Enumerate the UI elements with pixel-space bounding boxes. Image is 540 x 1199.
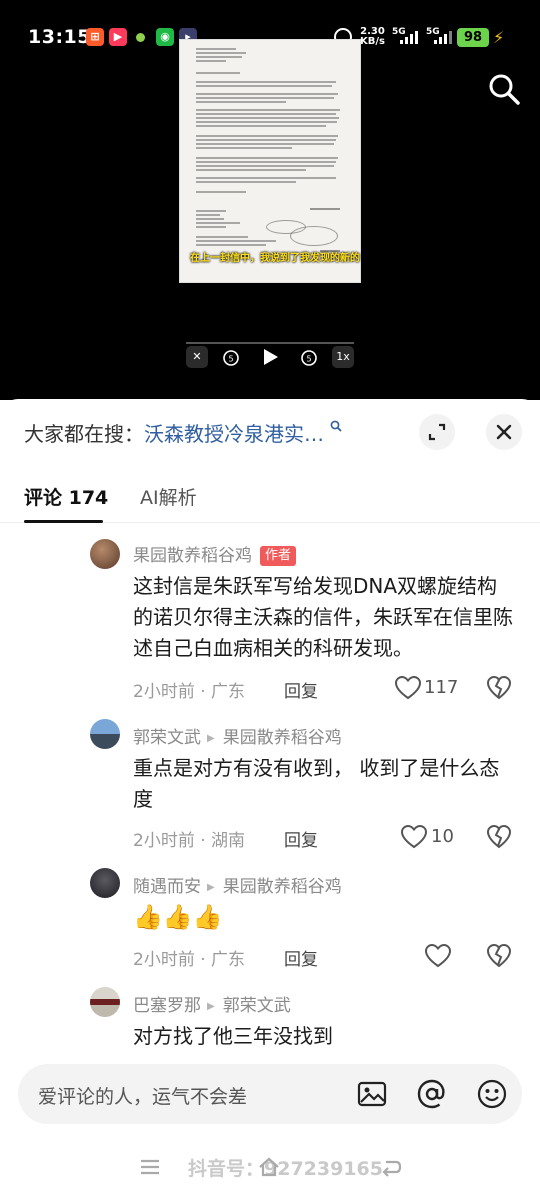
reply-button[interactable]: 回复 (284, 677, 318, 702)
online-dot-icon (136, 33, 145, 42)
active-tab-indicator (24, 520, 103, 523)
playback-speed-button[interactable]: 1x (332, 346, 354, 368)
mention-icon[interactable] (416, 1078, 448, 1110)
comment-text: 重点是对方有没有收到， 收到了是什么态度 (133, 756, 500, 811)
close-player-button[interactable]: ✕ (186, 346, 208, 368)
back-icon[interactable] (380, 1156, 402, 1178)
comment-username[interactable]: 巴塞罗那 ▶ 郭荣文武 (133, 991, 291, 1016)
image-icon[interactable] (356, 1078, 388, 1110)
douyin-watermark: 抖音号：927239165 (188, 1158, 383, 1180)
wechat-icon: ◉ (156, 28, 174, 46)
reply-to-user[interactable]: 郭荣文武 (223, 996, 291, 1016)
reply-arrow-icon: ▶ (207, 733, 215, 744)
expand-button[interactable] (419, 414, 455, 450)
video-app-icon: ▶ (109, 28, 127, 46)
like-icon[interactable] (394, 675, 422, 701)
reply-to-user[interactable]: 果园散养稻谷鸡 (223, 877, 342, 897)
forward-5-icon[interactable]: 5 (298, 346, 320, 368)
video-subtitle: 在上一封信中，我说到了我发现的新的 (190, 253, 360, 264)
like-icon[interactable] (400, 824, 428, 850)
dislike-icon[interactable] (486, 824, 512, 850)
emoji-icon[interactable] (476, 1078, 508, 1110)
home-icon[interactable] (258, 1156, 280, 1178)
svg-text:5: 5 (228, 355, 233, 364)
dislike-icon[interactable] (486, 675, 512, 701)
search-icon[interactable] (488, 73, 520, 105)
tab-comments[interactable]: 评论 174 (24, 483, 108, 510)
video-progress-bar[interactable] (186, 342, 354, 344)
avatar[interactable] (90, 868, 120, 898)
comment-time-location: 2小时前 · 湖南 (133, 831, 246, 851)
comment-username[interactable]: 随遇而安 ▶ 果园散养稻谷鸡 (133, 872, 342, 897)
signal-bars-icon (398, 30, 420, 44)
charging-icon: ⚡ (493, 28, 505, 47)
comment-input[interactable]: 爱评论的人，运气不会差 (38, 1082, 247, 1109)
avatar[interactable] (90, 539, 120, 569)
tab-ai-analysis[interactable]: AI解析 (140, 483, 197, 510)
network-speed: 2.30 KB/s (360, 26, 385, 47)
reply-button[interactable]: 回复 (284, 826, 318, 851)
comment-username[interactable]: 果园散养稻谷鸡 作者 (133, 541, 297, 566)
play-icon[interactable] (259, 346, 281, 368)
expand-icon (428, 423, 446, 441)
reply-to-user[interactable]: 果园散养稻谷鸡 (223, 728, 342, 748)
svg-text:5: 5 (306, 355, 311, 364)
video-player[interactable]: 13:15 ⊞ ▶ ◉ ▸ 2.30 KB/s 5G 5G 98 ⚡ 在上一封信… (0, 0, 540, 400)
trending-search-prefix: 大家都在搜： (24, 422, 144, 446)
close-icon (496, 424, 512, 440)
app-notification-icon: ⊞ (86, 28, 104, 46)
dislike-icon[interactable] (486, 943, 512, 969)
status-time: 13:15 (28, 26, 91, 48)
battery-indicator: 98 (457, 28, 489, 47)
author-badge: 作者 (260, 546, 297, 566)
system-nav-bar: 抖音号：927239165 (0, 1150, 540, 1186)
comment-text: 对方找了他三年没找到 (133, 1024, 333, 1048)
comment-time-location: 2小时前 · 广东 (133, 950, 246, 970)
comment-panel: 大家都在搜：沃森教授冷泉港实… 评论 174 AI解析 果园散养稻谷鸡 作者 这封… (0, 399, 540, 1199)
avatar[interactable] (90, 987, 120, 1017)
reply-button[interactable]: 回复 (284, 945, 318, 970)
letter-document-image (180, 40, 360, 282)
rewind-5-icon[interactable]: 5 (220, 346, 242, 368)
like-count: 10 (431, 826, 454, 847)
comment-time-location: 2小时前 · 广东 (133, 682, 246, 702)
trending-search-query[interactable]: 沃森教授冷泉港实… (144, 422, 324, 446)
avatar[interactable] (90, 719, 120, 749)
comment-username[interactable]: 郭荣文武 ▶ 果园散养稻谷鸡 (133, 723, 342, 748)
close-panel-button[interactable] (486, 414, 522, 450)
menu-icon[interactable] (139, 1156, 161, 1178)
trending-search[interactable]: 大家都在搜：沃森教授冷泉港实… (24, 418, 364, 448)
reply-arrow-icon: ▶ (207, 1001, 215, 1012)
comment-text: 这封信是朱跃军写给发现DNA双螺旋结构的诺贝尔得主沃森的信件，朱跃军在信里陈述自… (133, 574, 513, 660)
like-icon[interactable] (424, 943, 452, 969)
comment-tabs: 评论 174 AI解析 (0, 479, 540, 523)
comment-text: 👍👍👍 (133, 903, 223, 931)
comment-composer[interactable]: 爱评论的人，运气不会差 (18, 1064, 522, 1124)
like-count: 117 (424, 677, 459, 698)
signal-bars-icon-2 (432, 30, 454, 44)
reply-arrow-icon: ▶ (207, 882, 215, 893)
search-small-icon (330, 420, 342, 432)
